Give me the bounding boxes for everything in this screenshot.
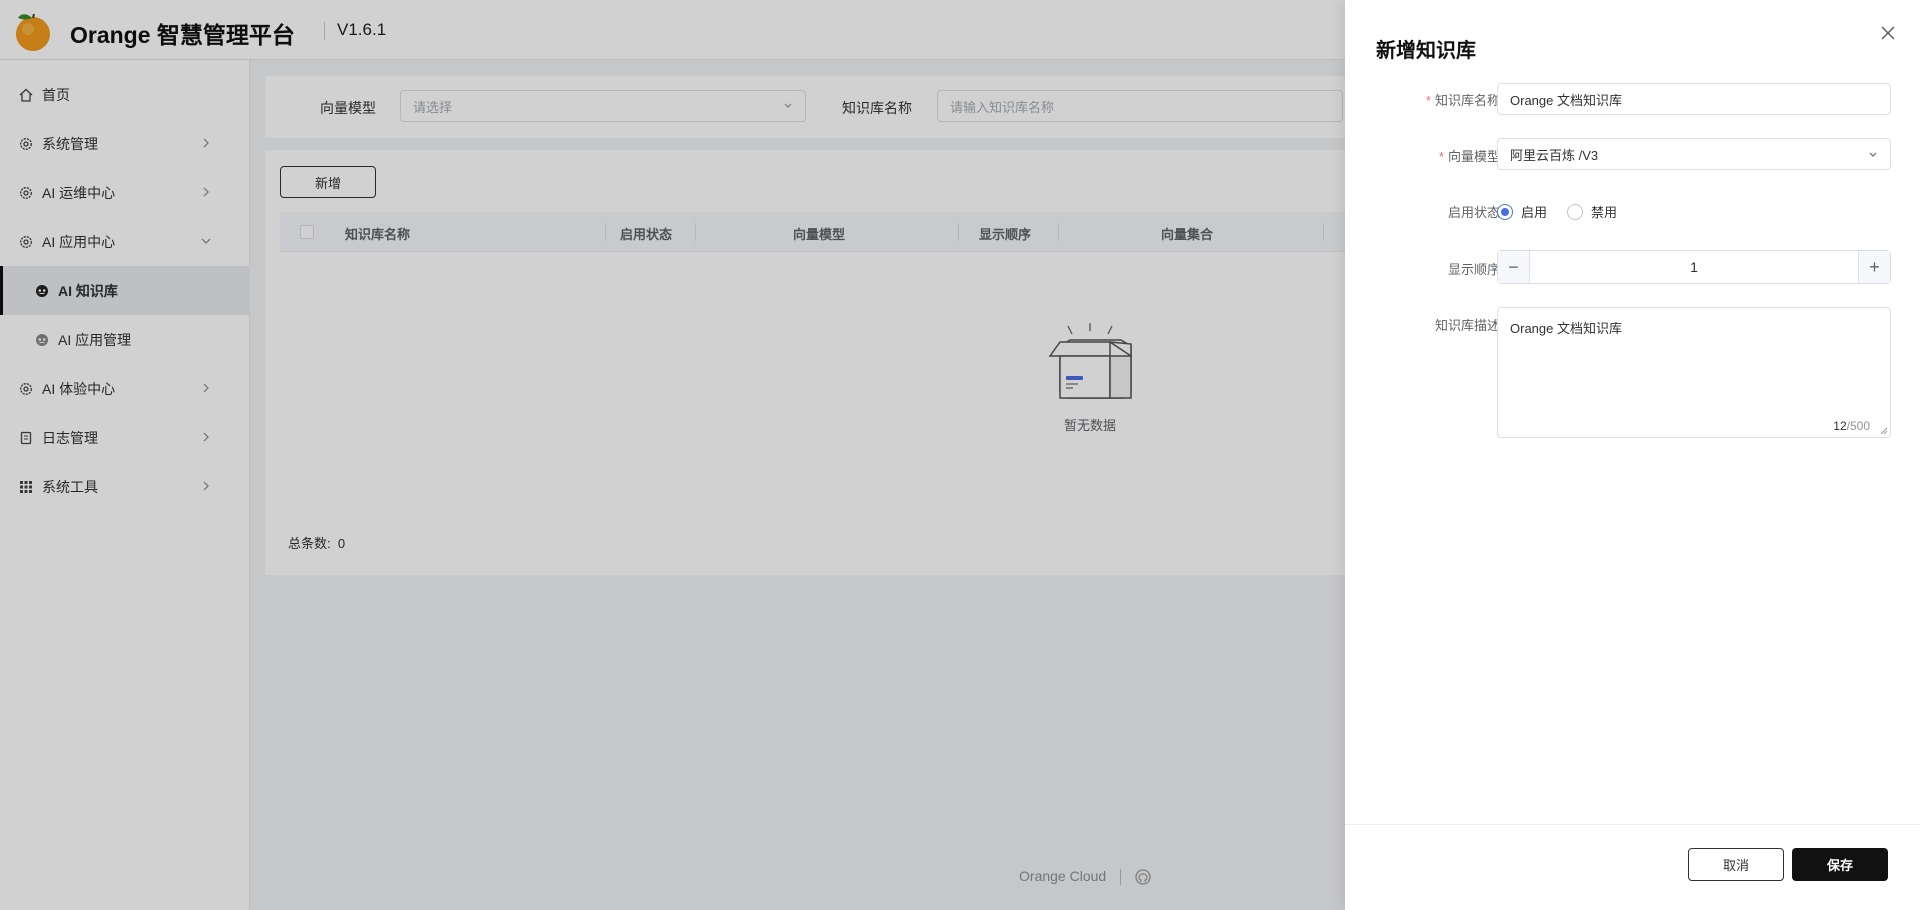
increment-button[interactable]: + — [1858, 251, 1890, 283]
order-field-label: 显示顺序 — [1447, 262, 1500, 277]
radio-dot — [1567, 203, 1583, 220]
cancel-button[interactable]: 取消 — [1688, 848, 1784, 881]
name-field-value: Orange 文档知识库 — [1510, 92, 1622, 108]
order-value[interactable]: 1 — [1530, 259, 1858, 275]
decrement-button[interactable]: − — [1498, 251, 1530, 283]
status-radio-disabled[interactable]: 禁用 — [1567, 202, 1617, 221]
model-field-label: * 向量模型 — [1438, 149, 1500, 164]
close-icon[interactable] — [1877, 22, 1899, 44]
desc-value: Orange 文档知识库 — [1510, 321, 1622, 336]
name-field-label: * 知识库名称 — [1425, 93, 1500, 108]
drawer-title: 新增知识库 — [1376, 40, 1476, 62]
radio-label: 禁用 — [1591, 205, 1618, 220]
radio-dot — [1497, 203, 1513, 220]
add-knowledge-base-drawer: 新增知识库 * 知识库名称 Orange 文档知识库 * 向量模型 阿里云百炼 /V… — [1345, 0, 1920, 910]
desc-textarea[interactable]: Orange 文档知识库 12/500 — [1497, 307, 1891, 438]
save-button[interactable]: 保存 — [1792, 848, 1888, 881]
radio-label: 启用 — [1521, 205, 1548, 220]
desc-field-label: 知识库描述 — [1434, 318, 1500, 333]
char-counter: 12/500 — [1833, 419, 1870, 433]
resize-handle-icon[interactable] — [1880, 427, 1888, 435]
name-field-input[interactable]: Orange 文档知识库 — [1497, 83, 1891, 115]
status-radio-enabled[interactable]: 启用 — [1497, 202, 1547, 221]
model-field-value: 阿里云百炼 /V3 — [1510, 147, 1599, 163]
chevron-down-icon — [1869, 152, 1877, 157]
status-field-label: 启用状态 — [1447, 205, 1500, 220]
model-field-select[interactable]: 阿里云百炼 /V3 — [1497, 138, 1891, 170]
app-root: Orange 智慧管理平台 V1.6.1 首页 系统管理 AI 运维中心 AI … — [0, 0, 1920, 910]
order-stepper: − 1 + — [1497, 250, 1891, 284]
drawer-footer: 取消 保存 — [1345, 824, 1920, 910]
